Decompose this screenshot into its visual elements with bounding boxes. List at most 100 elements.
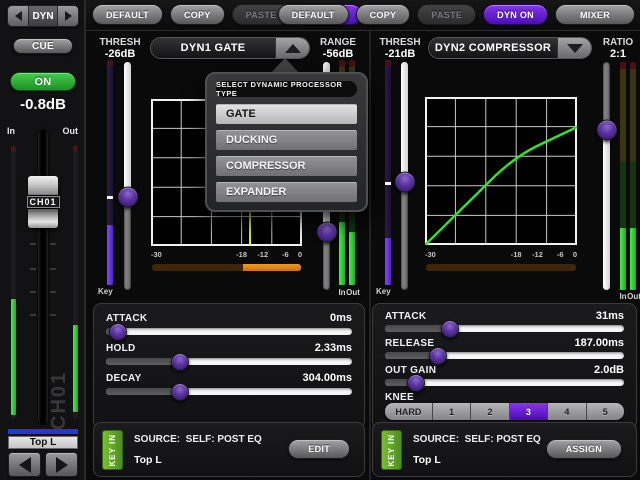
meter-level	[243, 264, 301, 271]
dyn1-threshold-slider-thumb[interactable]	[117, 186, 138, 207]
slider-fill	[106, 358, 180, 365]
channel-name-label: Top L	[8, 436, 78, 449]
dyn1-default-button[interactable]: DEFAULT	[92, 4, 163, 25]
dyn2-ratio-slider-thumb[interactable]	[596, 119, 617, 140]
keyin-source-text: SOURCE: SELF: POST EQ	[134, 434, 262, 445]
fader-cap-band: CH01	[28, 195, 58, 209]
dyn1-out-label: Out	[346, 288, 360, 297]
dyn2-in-label: In	[619, 292, 626, 301]
dyn1-range-slider-thumb[interactable]	[316, 222, 337, 243]
dyn1-keyin-edit-button[interactable]: EDIT	[288, 439, 350, 459]
popup-body: SELECT DYNAMIC PROCESSOR TYPE GATE DUCKI…	[205, 72, 368, 212]
dyn1-type-dropdown[interactable]: DYN1 GATE	[150, 37, 310, 59]
prev-channel-button[interactable]	[8, 452, 41, 477]
slider-fill	[401, 62, 408, 182]
cue-button[interactable]: CUE	[13, 38, 73, 54]
thresh-value: -26dB	[94, 48, 146, 60]
param-label: DECAY	[106, 373, 142, 384]
meter-level	[11, 299, 16, 415]
knee-option-4[interactable]: 4	[548, 403, 586, 420]
strip-out-meter	[73, 145, 78, 418]
dyn2-on-button[interactable]: DYN ON	[483, 4, 548, 25]
scale-tick: -30	[151, 250, 162, 259]
compressor-graph	[425, 97, 577, 245]
dyn2-ratio-slider[interactable]	[603, 62, 610, 290]
dyn2-threshold-slider[interactable]	[401, 62, 408, 290]
ratio-label: RATIO	[597, 37, 639, 48]
fader-handle[interactable]: CH01	[28, 176, 58, 228]
selector-next-button[interactable]	[58, 6, 78, 26]
param-value: 0ms	[330, 312, 352, 324]
fader-track[interactable]	[38, 130, 48, 425]
dyn1-decay-slider[interactable]	[106, 388, 352, 395]
dyn1-threshold-slider[interactable]	[124, 62, 131, 290]
meter-level	[107, 225, 113, 285]
strip-out-meter-label: Out	[63, 126, 79, 136]
meter-level	[630, 228, 636, 290]
popup-item-expander[interactable]: EXPANDER	[216, 182, 357, 202]
dyn2-outgain-slider[interactable]	[385, 379, 624, 386]
meter-level	[73, 325, 78, 412]
param-label: ATTACK	[106, 313, 147, 324]
popup-item-compressor[interactable]: COMPRESSOR	[216, 156, 357, 176]
knee-selector: HARD 1 2 3 4 5	[385, 403, 624, 420]
knee-option-2[interactable]: 2	[471, 403, 509, 420]
slider-thumb[interactable]	[109, 323, 127, 341]
fader-tick	[50, 314, 56, 316]
ratio-value: 2:1	[597, 48, 639, 60]
key-in-badge-label: KEY IN	[108, 434, 117, 467]
dyn2-type-dropdown[interactable]: DYN2 COMPRESSOR	[428, 37, 592, 59]
right-arrow-icon	[56, 457, 68, 473]
knee-option-1[interactable]: 1	[433, 403, 471, 420]
popup-item-ducking[interactable]: DUCKING	[216, 130, 357, 150]
slider-thumb[interactable]	[171, 353, 189, 371]
dyn1-params-panel: ATTACK0ms HOLD2.33ms DECAY304.00ms	[93, 303, 365, 429]
mixer-button[interactable]: MIXER	[555, 4, 635, 25]
fader-tick	[50, 243, 56, 245]
param-label: ATTACK	[385, 311, 426, 322]
popup-item-gate[interactable]: GATE	[216, 104, 357, 124]
selector-prev-button[interactable]	[8, 6, 28, 26]
dyn2-release-slider[interactable]	[385, 352, 624, 359]
dyn1-type-dropdown-button[interactable]	[275, 38, 309, 58]
dyn2-threshold-slider-thumb[interactable]	[394, 171, 415, 192]
fader-gain-value: -0.8dB	[0, 96, 86, 113]
dyn2-attack-slider[interactable]	[385, 325, 624, 332]
dyn2-keyin-assign-button[interactable]: ASSIGN	[546, 439, 622, 459]
dyn2-in-meter	[620, 62, 626, 288]
scale-tick: -30	[425, 250, 436, 259]
chevron-up-icon	[285, 44, 301, 53]
dyn1-attack-slider[interactable]	[106, 328, 352, 335]
dyn2-key-meter-label: Key	[376, 287, 391, 296]
next-channel-button[interactable]	[45, 452, 78, 477]
toolbar: DEFAULT COPY PASTE DYN ON DEFAULT COPY P…	[86, 0, 640, 31]
slider-thumb[interactable]	[171, 383, 189, 401]
dyn1-hold-slider[interactable]	[106, 358, 352, 365]
popup-pointer	[271, 58, 299, 73]
channel-on-button[interactable]: ON	[10, 72, 76, 91]
param-value: 2.0dB	[594, 364, 624, 376]
fader-tick	[30, 268, 36, 270]
channel-id-watermark: CH01	[48, 352, 71, 430]
dyn2-type-dropdown-button[interactable]	[557, 38, 591, 58]
strip-in-meter-label: In	[7, 126, 15, 136]
dyn2-default-button[interactable]: DEFAULT	[278, 4, 349, 25]
meter-level	[620, 228, 626, 290]
selector-label: DYN	[28, 6, 58, 26]
slider-thumb[interactable]	[429, 347, 447, 365]
slider-thumb[interactable]	[407, 374, 425, 392]
dyn2-copy-button[interactable]: COPY	[356, 4, 411, 25]
dyn1-keyin-panel: KEY IN SOURCE: SELF: POST EQ Top L EDIT	[93, 422, 365, 477]
dyn1-type-label: DYN1 GATE	[151, 38, 275, 58]
clip-indicator	[11, 146, 16, 152]
scale-tick: -6	[557, 250, 564, 259]
scale-tick: -6	[282, 250, 289, 259]
dyn1-copy-button[interactable]: COPY	[170, 4, 225, 25]
knee-option-3[interactable]: 3	[510, 403, 548, 420]
knee-option-5[interactable]: 5	[587, 403, 624, 420]
popup-title: SELECT DYNAMIC PROCESSOR TYPE	[216, 81, 357, 97]
dyn2-gain-reduction-meter	[426, 264, 576, 271]
dyn2-toolbar: DEFAULT COPY PASTE DYN ON MIXER	[278, 4, 635, 25]
slider-thumb[interactable]	[441, 320, 459, 338]
knee-option-hard[interactable]: HARD	[385, 403, 433, 420]
